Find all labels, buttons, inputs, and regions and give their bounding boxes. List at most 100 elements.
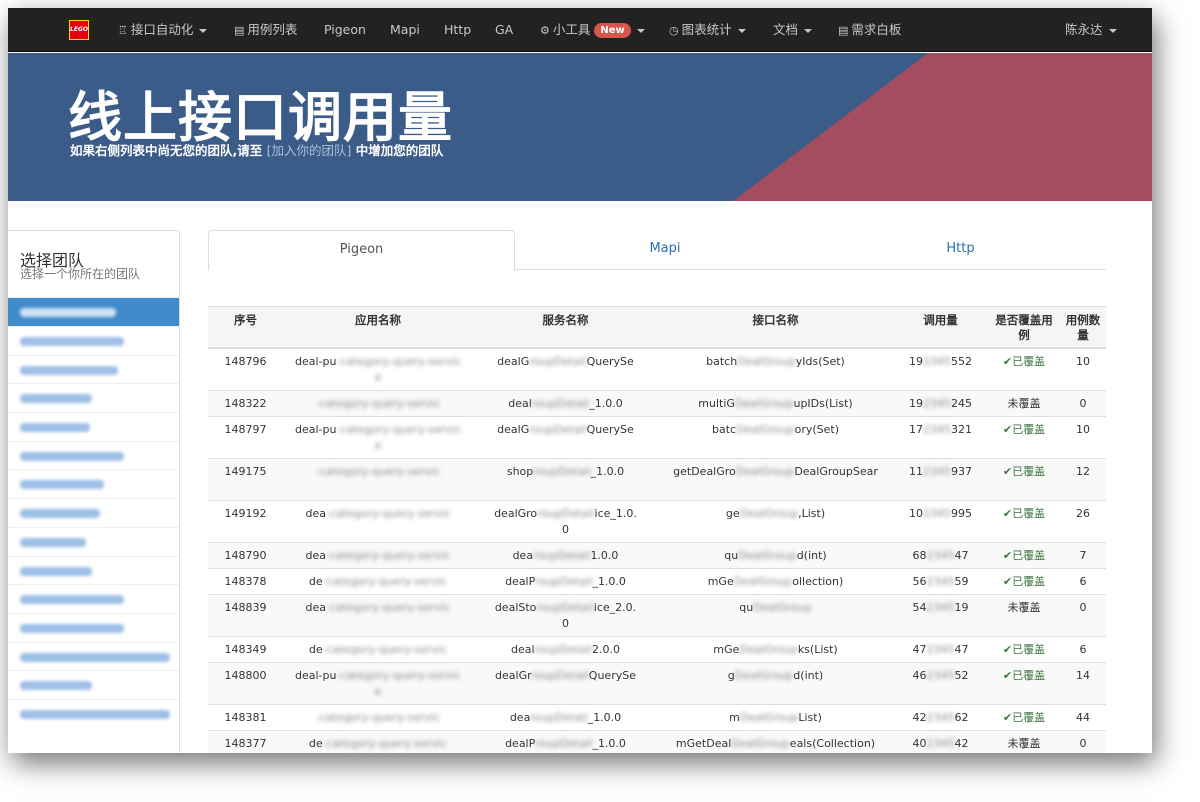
cell-calls-text: 56: [912, 575, 927, 588]
cell-calls: 47234547: [893, 642, 988, 658]
col-service-header: 服务名称: [542, 313, 589, 327]
cell-service-text: ice_1.0.: [594, 507, 637, 520]
col-api-header: 接口名称: [752, 313, 799, 327]
table-row[interactable]: 148790 dea-category-query-servic dearoupDe…: [208, 543, 1106, 569]
nav-pigeon[interactable]: Pigeon: [324, 8, 366, 52]
blurred-text: 2345: [926, 711, 955, 724]
cell-app: -category-query-servic: [283, 464, 473, 480]
table-row[interactable]: 148800 deal-pu-category-query-servic e deal…: [208, 663, 1106, 705]
table-row[interactable]: 148349 de-category-query-servic dealroupDe…: [208, 637, 1106, 663]
cell-calls-text: 937: [951, 465, 972, 478]
sidebar-team-item[interactable]: [8, 612, 179, 642]
tab-mapi[interactable]: Mapi: [515, 230, 815, 270]
cell-api-text: mGe: [707, 575, 734, 588]
cell-covered: ✔已覆盖: [988, 464, 1060, 480]
cell-covered: ✔已覆盖: [988, 574, 1060, 590]
user-menu[interactable]: 陈永达: [1065, 8, 1117, 52]
table-row[interactable]: 148796 deal-pu-category-query-servic e deal…: [208, 349, 1106, 391]
table-row[interactable]: 149192 dea-category-query-servic dealGroro…: [208, 501, 1106, 543]
coverage-status: 已覆盖: [1012, 355, 1046, 368]
check-icon: ✔: [1002, 549, 1013, 562]
tab-pigeon[interactable]: Pigeon: [208, 230, 515, 271]
cell-calls-text: 42: [954, 737, 969, 750]
table-row[interactable]: 148381 -category-query-servic dearoupDetai…: [208, 705, 1106, 731]
table-row[interactable]: 149175 -category-query-servic shoproupDeta…: [208, 459, 1106, 501]
cell-api-text: qu: [724, 549, 739, 562]
col-covered-header: 是否覆盖用 例: [988, 313, 1060, 343]
table-row[interactable]: 148322 -category-query-servic dealroupDeta…: [208, 391, 1106, 417]
sidebar-team-item[interactable]: [8, 498, 179, 527]
team-name-blurred: [20, 595, 124, 605]
nav-ga[interactable]: GA: [495, 8, 513, 52]
table-row[interactable]: 148797 deal-pu-category-query-servic e deal…: [208, 417, 1106, 459]
nav-http[interactable]: Http: [444, 8, 471, 52]
cell-service: dealroupDetail2.0.0: [473, 642, 658, 658]
cell-cases: 12: [1076, 465, 1090, 478]
cell-calls-text: 46: [912, 669, 927, 682]
sidebar-team-item[interactable]: [8, 670, 179, 699]
join-team-link[interactable]: [加入你的团队]: [267, 143, 352, 158]
table-row[interactable]: 148377 de-category-query-servic dealProupD…: [208, 731, 1106, 753]
sidebar-team-item[interactable]: [8, 469, 179, 498]
check-icon: ✔: [1002, 575, 1013, 588]
sidebar-team-item[interactable]: [8, 297, 179, 326]
cell-api: gDealGroupd(int): [658, 668, 893, 684]
blurred-text: DealGroup: [736, 423, 795, 436]
gear-icon: ⚙: [540, 24, 550, 37]
new-badge: New: [594, 23, 631, 38]
lego-logo[interactable]: LEGO: [69, 20, 89, 40]
nav-requirement-board[interactable]: ▤ 需求白板: [838, 8, 901, 52]
nav-api-automation[interactable]: ♖ 接口自动化: [118, 8, 208, 52]
sidebar-team-item[interactable]: [8, 526, 179, 556]
nav-case-list[interactable]: ▤ 用例列表: [234, 8, 297, 52]
sidebar-team-item[interactable]: [8, 584, 179, 613]
cell-app: de-category-query-servic: [283, 642, 473, 658]
nav-docs[interactable]: 文档: [773, 8, 813, 52]
cell-id: 148790: [224, 549, 267, 562]
blurred-text: 2345: [923, 423, 951, 436]
cell-api-text: mGe: [713, 643, 740, 656]
team-name-blurred: [20, 308, 116, 317]
cell-api-text: ge: [725, 507, 740, 520]
cell-calls-text: 62: [954, 711, 969, 724]
coverage-status: 未覆盖: [1007, 601, 1041, 614]
col-id-header: 序号: [234, 313, 257, 327]
table-row[interactable]: 148378 de-category-query-servic dealProupD…: [208, 569, 1106, 595]
tab-http[interactable]: Http: [815, 230, 1106, 270]
blurred-text: -category-query-servic: [315, 711, 441, 724]
chevron-down-icon: [1108, 28, 1117, 33]
cell-cases: 6: [1079, 575, 1087, 588]
check-icon: ✔: [1002, 423, 1013, 436]
sidebar-team-item[interactable]: [8, 440, 179, 470]
sidebar-team-item[interactable]: [8, 555, 179, 585]
table-row[interactable]: 148839 dea-category-query-servic dealStoro…: [208, 595, 1106, 637]
blurred-text: 2345: [923, 507, 951, 520]
cell-calls-text: 42: [912, 711, 927, 724]
chevron-down-icon: [804, 28, 813, 33]
sidebar-team-item[interactable]: [8, 354, 179, 384]
source-tabs: Pigeon Mapi Http: [208, 230, 1106, 271]
cell-id: 149175: [224, 465, 267, 478]
sidebar-team-item[interactable]: [8, 641, 179, 671]
nav-mapi[interactable]: Mapi: [390, 8, 420, 52]
coverage-status: 已覆盖: [1012, 575, 1046, 588]
nav-label: 小工具: [552, 22, 591, 37]
sidebar-team-item[interactable]: [8, 326, 179, 355]
cell-id: 148800: [224, 669, 267, 682]
sidebar-team-item[interactable]: [8, 412, 179, 441]
blurred-text: 2345: [926, 549, 955, 562]
cell-app: de-category-query-servic: [283, 736, 473, 752]
blurred-text: roupDetail: [536, 601, 594, 614]
cell-api-text: d(int): [793, 669, 824, 682]
team-name-blurred: [20, 423, 90, 433]
col-calls-header: 调用量: [923, 313, 958, 327]
cell-service-text: dealSto: [494, 601, 537, 614]
nav-label: 用例列表: [247, 22, 298, 37]
sidebar-team-item[interactable]: [8, 698, 179, 728]
team-name-blurred: [20, 337, 124, 346]
nav-charts[interactable]: ◷ 图表统计: [669, 8, 746, 52]
nav-tools[interactable]: ⚙ 小工具 New: [540, 8, 645, 52]
sidebar-team-item[interactable]: [8, 383, 179, 412]
nav-label: Pigeon: [324, 22, 366, 37]
cell-service-text: _1.0.0: [590, 465, 625, 478]
